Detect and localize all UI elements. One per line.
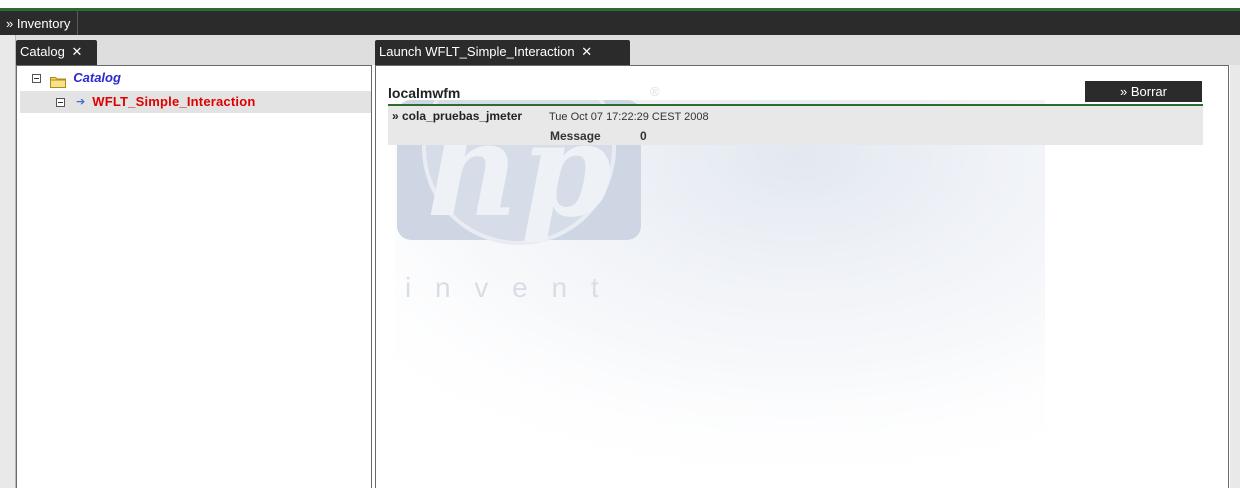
tree-node-workflow-label[interactable]: WFLT_Simple_Interaction bbox=[92, 94, 255, 109]
collapse-icon[interactable] bbox=[32, 74, 41, 84]
message-count: 0 bbox=[640, 129, 647, 143]
catalog-panel bbox=[16, 65, 372, 488]
app-window: » Inventory Catalog ✕ Launch WFLT_Simple… bbox=[0, 0, 1240, 488]
arrow-icon: ➔ bbox=[76, 96, 86, 108]
right-gutter bbox=[1230, 65, 1240, 488]
tab-bar: Catalog ✕ Launch WFLT_Simple_Interaction… bbox=[0, 35, 1240, 65]
invent-watermark-text: i n v e n t bbox=[405, 272, 607, 303]
left-gutter bbox=[0, 35, 16, 488]
close-icon[interactable]: ✕ bbox=[581, 44, 592, 59]
message-label: Message bbox=[550, 129, 601, 143]
tree-node-workflow[interactable]: ➔ WFLT_Simple_Interaction bbox=[20, 91, 371, 113]
top-menu-bar: » Inventory bbox=[0, 11, 1240, 35]
folder-icon bbox=[49, 73, 66, 88]
collapse-icon[interactable] bbox=[56, 98, 65, 108]
close-icon[interactable]: ✕ bbox=[71, 44, 82, 59]
tab-launch-workflow[interactable]: Launch WFLT_Simple_Interaction ✕ bbox=[375, 40, 630, 65]
tab-catalog[interactable]: Catalog ✕ bbox=[16, 40, 97, 65]
tab-catalog-label: Catalog bbox=[20, 44, 65, 59]
inventory-menu-item[interactable]: » Inventory bbox=[0, 11, 79, 35]
registered-mark: ® bbox=[650, 84, 660, 99]
host-title: localmwfm bbox=[388, 85, 461, 101]
queue-name-link[interactable]: » cola_pruebas_jmeter bbox=[392, 109, 522, 124]
tree-node-catalog-label[interactable]: Catalog bbox=[73, 70, 121, 85]
queue-timestamp: Tue Oct 07 17:22:29 CEST 2008 bbox=[549, 111, 709, 123]
tab-launch-label: Launch WFLT_Simple_Interaction bbox=[379, 44, 575, 59]
borrar-button[interactable]: » Borrar bbox=[1085, 81, 1202, 102]
tree-node-catalog[interactable]: Catalog bbox=[32, 67, 121, 89]
